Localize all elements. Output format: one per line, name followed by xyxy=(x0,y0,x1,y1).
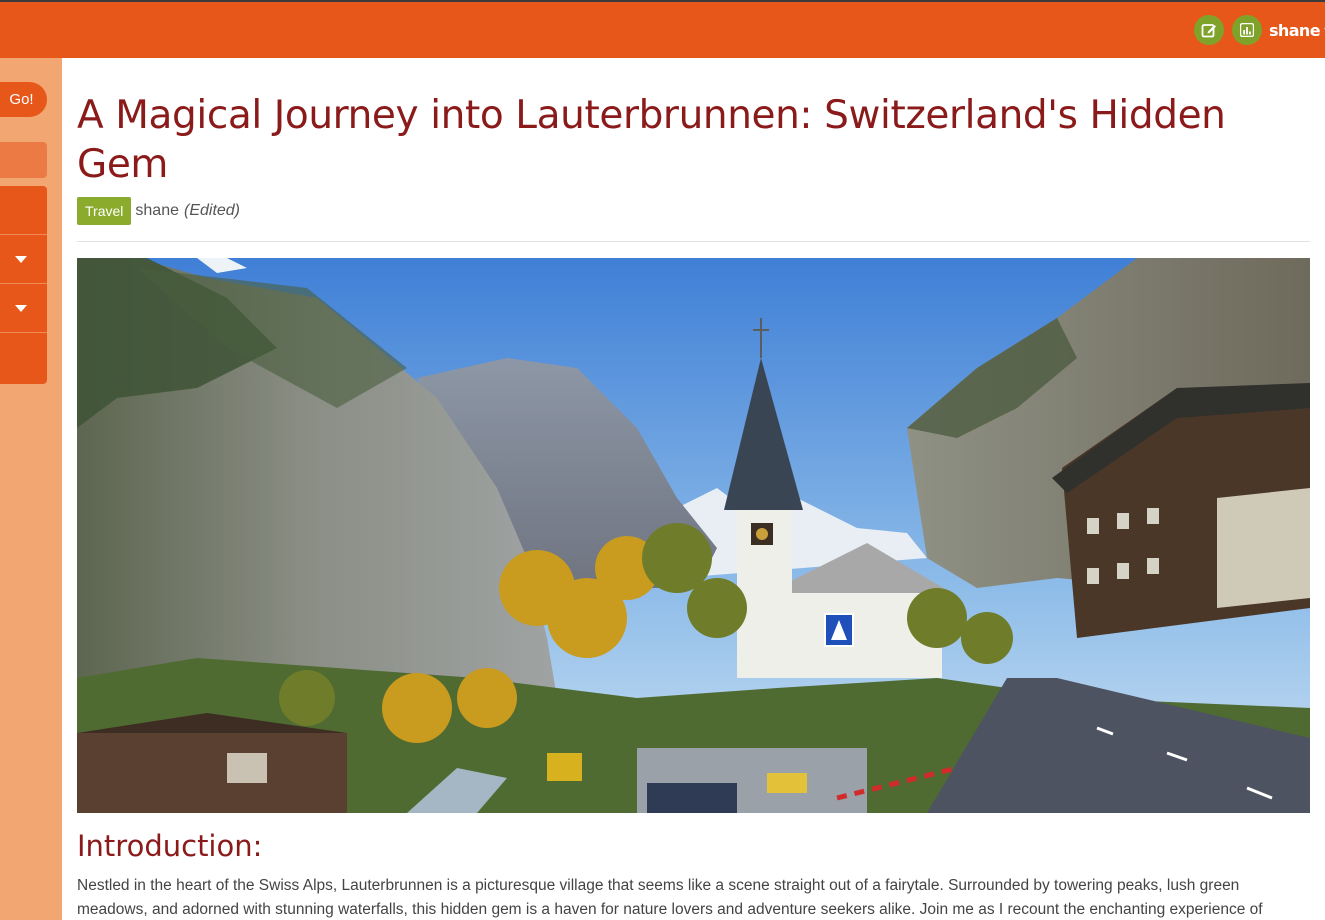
edit-post-button[interactable] xyxy=(1194,15,1224,45)
sidebar-menu xyxy=(0,186,47,384)
sidebar-dropdown-item[interactable] xyxy=(0,235,47,284)
post-title: A Magical Journey into Lauterbrunnen: Sw… xyxy=(77,93,1226,187)
post-meta: Travel shane (Edited) xyxy=(77,197,1310,225)
intro-paragraph: Nestled in the heart of the Swiss Alps, … xyxy=(77,877,1263,918)
divider xyxy=(77,241,1310,242)
search-go-button[interactable]: Go! xyxy=(0,82,47,117)
sidebar-item[interactable] xyxy=(0,333,47,382)
category-badge[interactable]: Travel xyxy=(77,197,132,225)
chevron-down-icon xyxy=(15,256,27,263)
sidebar: Go! xyxy=(0,58,62,920)
bar-chart-icon xyxy=(1240,23,1254,37)
sidebar-button[interactable] xyxy=(0,142,47,178)
top-navbar: shane xyxy=(0,0,1325,58)
edited-label: (Edited) xyxy=(183,202,241,219)
post-content: A Magical Journey into Lauterbrunnen: Sw… xyxy=(77,58,1310,920)
author-name[interactable]: shane xyxy=(135,202,179,220)
pencil-square-icon xyxy=(1201,24,1216,38)
sidebar-dropdown-item[interactable] xyxy=(0,284,47,333)
stats-button[interactable] xyxy=(1232,15,1262,45)
username-label: shane xyxy=(1269,21,1321,40)
section-heading: Introduction: xyxy=(77,829,263,863)
user-menu[interactable]: shane xyxy=(1269,21,1325,40)
chevron-down-icon xyxy=(15,305,27,312)
hero-image xyxy=(77,258,1310,813)
sidebar-item[interactable] xyxy=(0,186,47,235)
